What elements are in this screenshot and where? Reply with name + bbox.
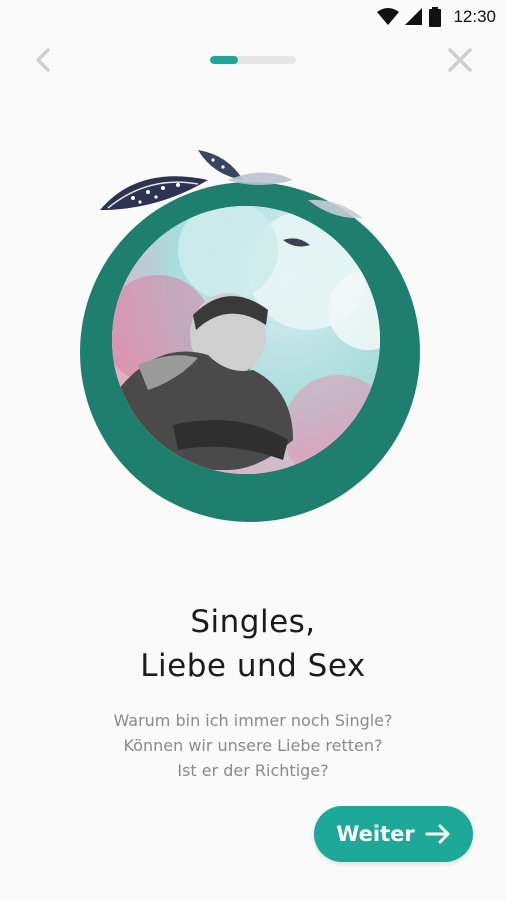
arrow-right-icon: [425, 824, 450, 844]
subtitle-line: Können wir unsere Liebe retten?: [123, 736, 383, 755]
close-button[interactable]: [444, 44, 476, 76]
title-line-2: Liebe und Sex: [140, 648, 366, 684]
next-button[interactable]: Weiter: [314, 806, 473, 862]
signal-icon: [405, 8, 423, 26]
hero-illustration: [78, 140, 428, 530]
chevron-left-icon: [36, 48, 50, 72]
status-time: 12:30: [453, 7, 496, 26]
wifi-icon: [377, 8, 400, 26]
next-button-label: Weiter: [336, 822, 415, 846]
page-subtitle: Warum bin ich immer noch Single? Können …: [0, 708, 506, 783]
subtitle-line: Ist er der Richtige?: [177, 761, 329, 780]
battery-icon: [429, 7, 442, 27]
back-button[interactable]: [28, 44, 60, 76]
title-line-1: Singles,: [190, 604, 316, 640]
close-icon: [448, 48, 472, 72]
subtitle-line: Warum bin ich immer noch Single?: [113, 711, 393, 730]
onboarding-progress: [210, 56, 296, 64]
status-bar: 12:30: [0, 0, 506, 34]
progress-fill: [210, 56, 239, 64]
page-title: Singles, Liebe und Sex: [0, 600, 506, 688]
